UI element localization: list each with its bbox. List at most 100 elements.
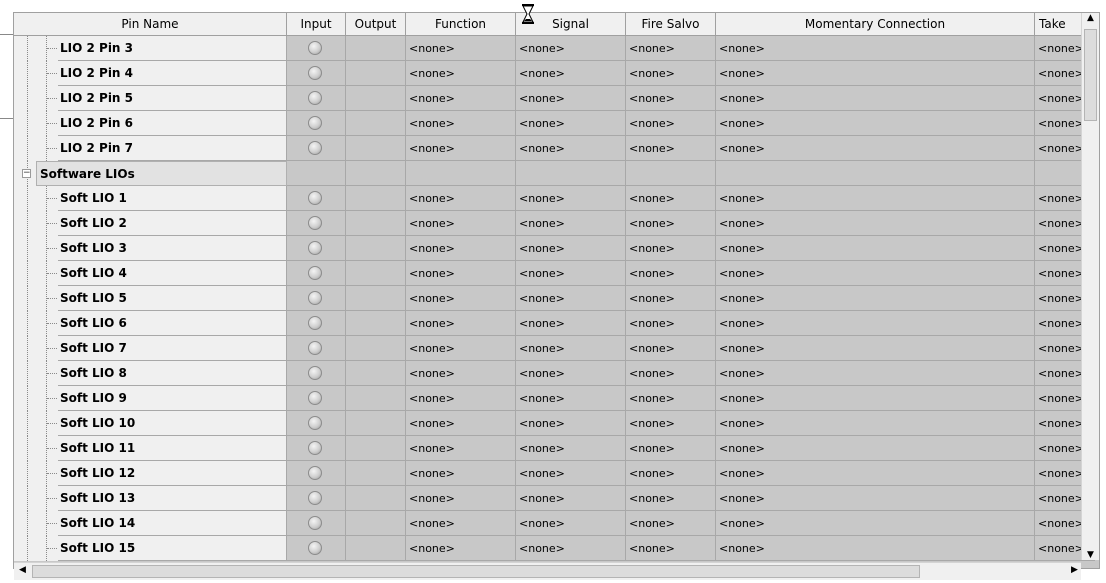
led-indicator-icon[interactable] — [308, 66, 322, 80]
led-indicator-icon[interactable] — [308, 191, 322, 205]
cell-function[interactable]: <none> — [406, 186, 516, 211]
cell-momentary-connection[interactable]: <none> — [716, 436, 1035, 461]
cell-output[interactable] — [346, 536, 406, 561]
table-row[interactable]: Soft LIO 13 <none> <none> <none> <none> <none… — [14, 486, 1095, 511]
table-row[interactable]: Soft LIO 8 <none> <none> <none> <none> <none> — [14, 361, 1095, 386]
pin-name-cell[interactable]: Soft LIO 1 — [58, 186, 287, 211]
led-indicator-icon[interactable] — [308, 141, 322, 155]
led-indicator-icon[interactable] — [308, 516, 322, 530]
pin-name-cell[interactable]: Soft LIO 13 — [58, 486, 287, 511]
cell-input[interactable] — [287, 386, 346, 411]
cell-output[interactable] — [346, 36, 406, 61]
table-row[interactable]: LIO 2 Pin 4 <none> <none> <none> <none> <none… — [14, 61, 1095, 86]
cell-function[interactable]: <none> — [406, 336, 516, 361]
cell-function[interactable]: <none> — [406, 86, 516, 111]
cell-momentary-connection[interactable]: <none> — [716, 136, 1035, 161]
horizontal-scrollbar[interactable]: ◀ ▶ — [14, 562, 1081, 580]
table-row[interactable]: Soft LIO 3 <none> <none> <none> <none> <none> — [14, 236, 1095, 261]
led-indicator-icon[interactable] — [308, 91, 322, 105]
cell-function[interactable]: <none> — [406, 211, 516, 236]
table-row[interactable]: Soft LIO 7 <none> <none> <none> <none> <none> — [14, 336, 1095, 361]
pin-name-cell[interactable]: Soft LIO 3 — [58, 236, 287, 261]
cell-signal[interactable]: <none> — [516, 386, 626, 411]
cell-input[interactable] — [287, 461, 346, 486]
cell-signal[interactable]: <none> — [516, 311, 626, 336]
horizontal-scroll-thumb[interactable] — [32, 565, 920, 578]
cell-momentary-connection[interactable]: <none> — [716, 236, 1035, 261]
cell-momentary-connection[interactable]: <none> — [716, 186, 1035, 211]
cell-input[interactable] — [287, 286, 346, 311]
cell-output[interactable] — [346, 61, 406, 86]
cell-output[interactable] — [346, 286, 406, 311]
led-indicator-icon[interactable] — [308, 541, 322, 555]
pin-name-cell[interactable]: Soft LIO 7 — [58, 336, 287, 361]
cell-function[interactable]: <none> — [406, 136, 516, 161]
cell-function[interactable]: <none> — [406, 236, 516, 261]
cell-input[interactable] — [287, 336, 346, 361]
cell-signal[interactable]: <none> — [516, 336, 626, 361]
cell-fire-salvo[interactable]: <none> — [626, 36, 716, 61]
led-indicator-icon[interactable] — [308, 41, 322, 55]
cell-function[interactable]: <none> — [406, 511, 516, 536]
pin-name-cell[interactable]: Soft LIO 4 — [58, 261, 287, 286]
column-header-fire-salvo[interactable]: Fire Salvo — [626, 13, 716, 35]
led-indicator-icon[interactable] — [308, 491, 322, 505]
cell-function[interactable]: <none> — [406, 386, 516, 411]
cell-fire-salvo[interactable]: <none> — [626, 411, 716, 436]
cell-momentary-connection[interactable]: <none> — [716, 411, 1035, 436]
table-row[interactable]: LIO 2 Pin 5 <none> <none> <none> <none> <none… — [14, 86, 1095, 111]
table-row[interactable]: Soft LIO 10 <none> <none> <none> <none> <none… — [14, 411, 1095, 436]
cell-signal[interactable]: <none> — [516, 36, 626, 61]
cell-input[interactable] — [287, 86, 346, 111]
cell-function[interactable]: <none> — [406, 61, 516, 86]
cell-output[interactable] — [346, 436, 406, 461]
scroll-down-icon[interactable]: ▼ — [1082, 550, 1099, 560]
cell-signal[interactable]: <none> — [516, 86, 626, 111]
cell-signal[interactable]: <none> — [516, 361, 626, 386]
led-indicator-icon[interactable] — [308, 391, 322, 405]
column-header-function[interactable]: Function — [406, 13, 516, 35]
cell-input[interactable] — [287, 136, 346, 161]
cell-signal[interactable]: <none> — [516, 286, 626, 311]
cell-momentary-connection[interactable]: <none> — [716, 511, 1035, 536]
cell-fire-salvo[interactable]: <none> — [626, 61, 716, 86]
cell-fire-salvo[interactable]: <none> — [626, 486, 716, 511]
cell-output[interactable] — [346, 411, 406, 436]
cell-fire-salvo[interactable]: <none> — [626, 336, 716, 361]
pin-name-cell[interactable]: LIO 2 Pin 4 — [58, 61, 287, 86]
cell-input[interactable] — [287, 211, 346, 236]
cell-momentary-connection[interactable]: <none> — [716, 286, 1035, 311]
cell-momentary-connection[interactable]: <none> — [716, 311, 1035, 336]
cell-momentary-connection[interactable]: <none> — [716, 361, 1035, 386]
pin-name-cell[interactable]: Soft LIO 15 — [58, 536, 287, 561]
table-row[interactable]: Soft LIO 11 <none> <none> <none> <none> <none… — [14, 436, 1095, 461]
led-indicator-icon[interactable] — [308, 416, 322, 430]
table-row[interactable]: Soft LIO 9 <none> <none> <none> <none> <none> — [14, 386, 1095, 411]
cell-input[interactable] — [287, 511, 346, 536]
table-row[interactable]: LIO 2 Pin 3 <none> <none> <none> <none> <none… — [14, 36, 1095, 61]
pin-name-cell[interactable]: LIO 2 Pin 6 — [58, 111, 287, 136]
cell-fire-salvo[interactable]: <none> — [626, 461, 716, 486]
cell-function[interactable]: <none> — [406, 361, 516, 386]
cell-input[interactable] — [287, 311, 346, 336]
cell-momentary-connection[interactable]: <none> — [716, 61, 1035, 86]
cell-output[interactable] — [346, 136, 406, 161]
cell-signal[interactable]: <none> — [516, 136, 626, 161]
cell-input[interactable] — [287, 361, 346, 386]
cell-momentary-connection[interactable]: <none> — [716, 36, 1035, 61]
cell-output[interactable] — [346, 336, 406, 361]
pin-name-cell[interactable]: Soft LIO 8 — [58, 361, 287, 386]
cell-signal[interactable]: <none> — [516, 486, 626, 511]
pin-name-cell[interactable]: LIO 2 Pin 3 — [58, 36, 287, 61]
cell-function[interactable]: <none> — [406, 311, 516, 336]
cell-output[interactable] — [346, 261, 406, 286]
cell-momentary-connection[interactable]: <none> — [716, 336, 1035, 361]
cell-signal[interactable]: <none> — [516, 111, 626, 136]
cell-signal[interactable]: <none> — [516, 436, 626, 461]
cell-momentary-connection[interactable]: <none> — [716, 386, 1035, 411]
cell-output[interactable] — [346, 486, 406, 511]
group-label[interactable]: Software LIOs — [36, 161, 287, 186]
cell-fire-salvo[interactable]: <none> — [626, 361, 716, 386]
pin-name-cell[interactable]: Soft LIO 9 — [58, 386, 287, 411]
column-header-pin-name[interactable]: Pin Name — [14, 13, 287, 35]
